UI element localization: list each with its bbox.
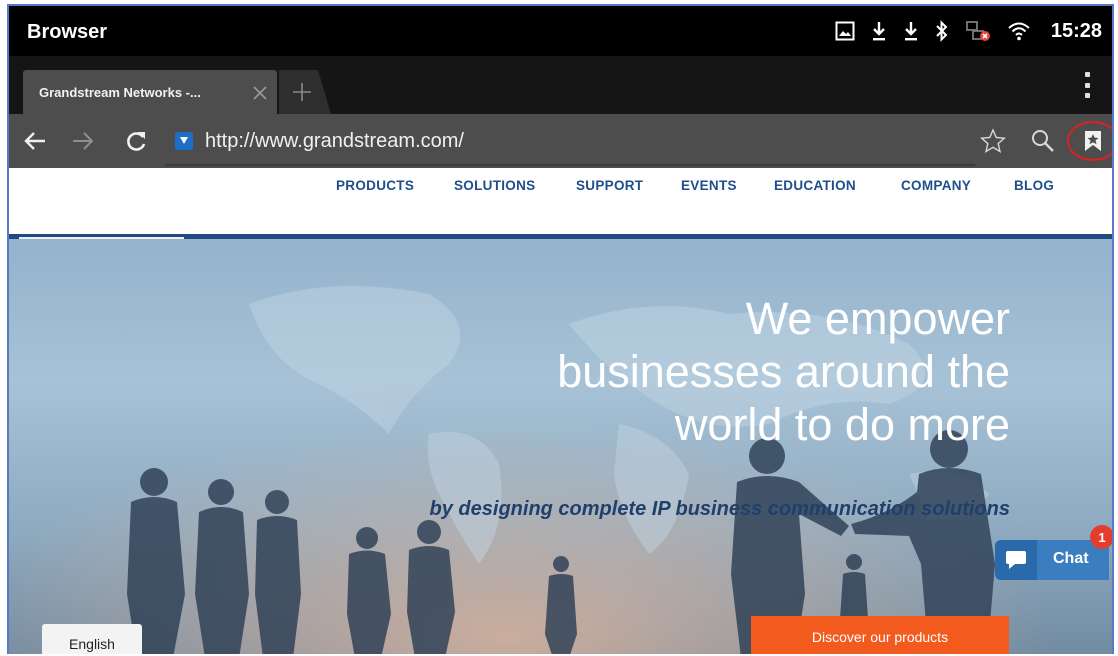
tab-grandstream[interactable]: Grandstream Networks -...	[23, 70, 277, 114]
screenshot-icon	[835, 21, 855, 41]
tab-title: Grandstream Networks -...	[39, 85, 201, 100]
hero-banner: We empower businesses around the world t…	[9, 234, 1112, 654]
close-icon[interactable]	[249, 82, 271, 104]
app-title: Browser	[27, 21, 108, 43]
hero-progress-line	[19, 237, 184, 239]
nav-solutions[interactable]: SOLUTIONS	[454, 178, 535, 193]
web-page: PRODUCTS SOLUTIONS SUPPORT EVENTS EDUCAT…	[9, 168, 1112, 654]
chat-bubble-icon	[1006, 551, 1026, 569]
tab-strip: Grandstream Networks -...	[9, 56, 1112, 114]
forward-button[interactable]	[67, 125, 99, 157]
status-icons: 15:28	[835, 18, 1102, 44]
new-tab-button[interactable]	[279, 70, 331, 114]
nav-education[interactable]: EDUCATION	[774, 178, 856, 193]
download-icon	[872, 22, 885, 41]
reload-icon	[127, 132, 146, 151]
forward-icon	[73, 132, 94, 150]
bluetooth-icon	[936, 20, 948, 42]
bookmark-star-button[interactable]	[977, 125, 1009, 157]
url-underline	[165, 164, 975, 166]
nav-blog[interactable]: BLOG	[1014, 178, 1054, 193]
back-button[interactable]	[19, 125, 51, 157]
back-icon	[24, 132, 45, 150]
browser-toolbar: http://www.grandstream.com/	[9, 114, 1112, 168]
wifi-icon	[1008, 22, 1030, 41]
url-field[interactable]: http://www.grandstream.com/	[205, 130, 464, 153]
bookmarks-highlight-circle	[1067, 121, 1112, 161]
hero-headline: We empower businesses around the world t…	[410, 292, 1010, 451]
language-button[interactable]: English	[42, 624, 142, 654]
network-error-icon	[965, 21, 990, 41]
headline-line-2: businesses around the	[557, 346, 1010, 397]
favicon-icon	[175, 132, 193, 150]
nav-company[interactable]: COMPANY	[901, 178, 971, 193]
hero-subheadline: by designing complete IP business commun…	[429, 498, 1010, 520]
chat-icon-box	[995, 540, 1037, 580]
search-button[interactable]	[1027, 125, 1059, 157]
download-icon	[904, 22, 917, 41]
headline-line-1: We empower	[745, 293, 1010, 344]
clock: 15:28	[1050, 19, 1102, 42]
nav-events[interactable]: EVENTS	[681, 178, 737, 193]
nav-support[interactable]: SUPPORT	[576, 178, 643, 193]
browser-window: Browser 15:28 Grandstream Networks -... …	[7, 4, 1114, 654]
status-bar: Browser 15:28	[9, 6, 1112, 56]
chat-button[interactable]: Chat	[995, 540, 1109, 580]
reload-button[interactable]	[120, 125, 152, 157]
search-icon	[1032, 130, 1054, 152]
nav-products[interactable]: PRODUCTS	[336, 178, 414, 193]
discover-products-button[interactable]: Discover our products	[751, 616, 1009, 654]
plus-icon	[293, 83, 311, 101]
overflow-menu-icon[interactable]	[1081, 72, 1093, 98]
chat-label: Chat	[1053, 550, 1089, 567]
chat-notification-badge: 1	[1090, 525, 1112, 549]
headline-line-3: world to do more	[674, 399, 1010, 450]
star-icon	[980, 128, 1006, 153]
site-navigation: PRODUCTS SOLUTIONS SUPPORT EVENTS EDUCAT…	[9, 168, 1112, 228]
